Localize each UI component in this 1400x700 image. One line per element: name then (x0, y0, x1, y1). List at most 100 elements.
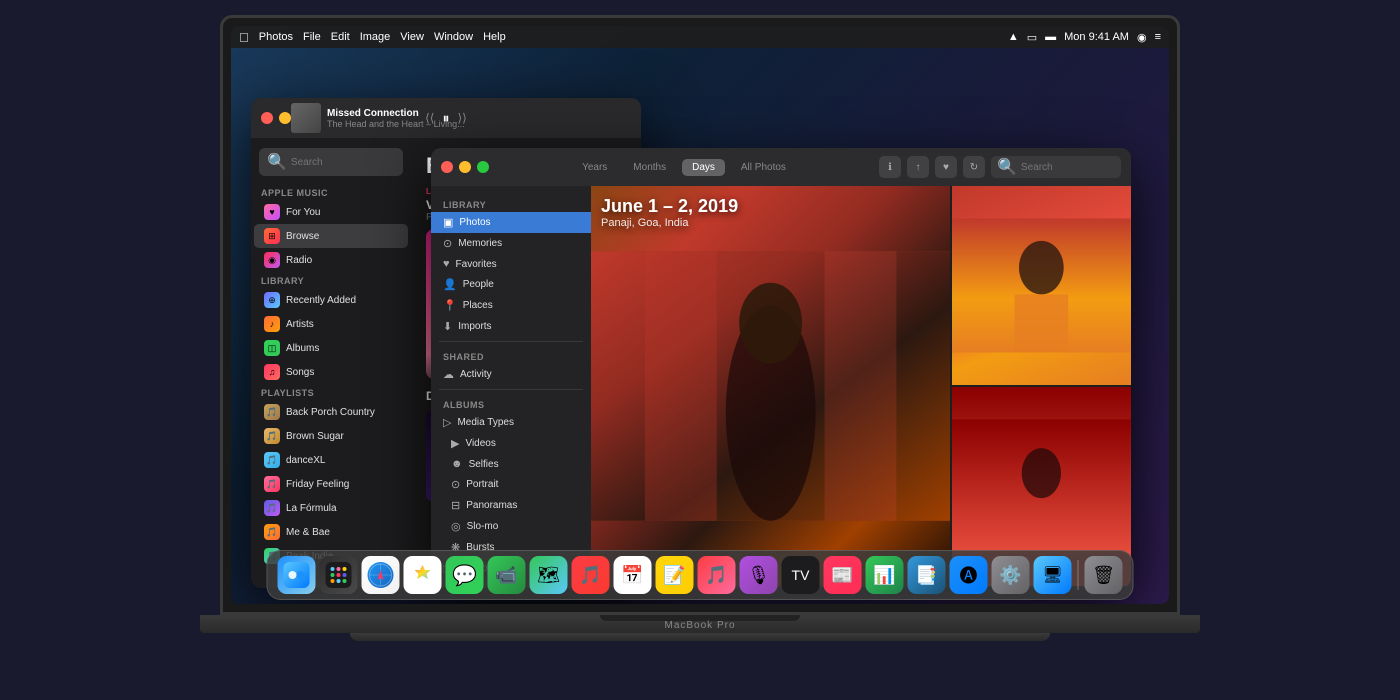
view-all-photos-button[interactable]: All Photos (731, 159, 796, 176)
sidebar-item-dancexl[interactable]: 🎵 danceXL (254, 448, 408, 472)
playlist3-label: danceXL (286, 455, 325, 466)
dock-screensaver-icon[interactable]: 🖥 (1034, 556, 1072, 594)
photos-sidebar-panoramas[interactable]: ⊟ Panoramas (431, 495, 591, 516)
dock-appletv-icon[interactable]: TV (782, 556, 820, 594)
sidebar-item-radio[interactable]: ◉ Radio (254, 248, 408, 272)
photos-sidebar-videos[interactable]: ▶ Videos (431, 433, 591, 454)
photo-cell-top-right[interactable] (952, 186, 1131, 385)
photos-lib-label: Photos (459, 217, 490, 228)
dock-photos-icon[interactable] (404, 556, 442, 594)
dock-appstore-icon[interactable]: 🅐 (950, 556, 988, 594)
songs-label: Songs (286, 367, 314, 378)
info-icon[interactable]: ℹ (879, 156, 901, 178)
dock-safari-icon[interactable] (362, 556, 400, 594)
menubar-file[interactable]: File (303, 31, 321, 43)
sidebar-item-friday[interactable]: 🎵 Friday Feeling (254, 472, 408, 496)
photos-sidebar-selfies[interactable]: ☻ Selfies (431, 454, 591, 474)
dock-news-icon[interactable]: 📰 (824, 556, 862, 594)
menubar-app-name[interactable]: Photos (259, 31, 293, 43)
photos-sidebar-favorites[interactable]: ♥ Favorites (431, 254, 591, 274)
date-text: June 1 – 2, 2019 (601, 196, 738, 217)
menubar-time: Mon 9:41 AM (1064, 31, 1129, 43)
photos-content: June 1 – 2, 2019 Panaji, Goa, India (591, 186, 1131, 588)
sidebar-item-browse[interactable]: ⊞ Browse (254, 224, 408, 248)
wifi-icon: ▲ (1008, 31, 1019, 43)
sidebar-item-songs[interactable]: ♫ Songs (254, 360, 408, 384)
photos-sidebar-memories[interactable]: ⊙ Memories (431, 233, 591, 254)
sidebar-item-albums[interactable]: ◫ Albums (254, 336, 408, 360)
dock-trash-icon[interactable]: 🗑 (1085, 556, 1123, 594)
photos-sidebar-photos[interactable]: ▣ Photos (431, 212, 591, 233)
menubar-image[interactable]: Image (360, 31, 391, 43)
photos-sidebar-media-types[interactable]: ▷ Media Types (431, 412, 591, 433)
menubar-window[interactable]: Window (434, 31, 473, 43)
sidebar-item-brown-sugar[interactable]: 🎵 Brown Sugar (254, 424, 408, 448)
rotate-icon[interactable]: ↻ (963, 156, 985, 178)
browse-label: Browse (286, 231, 319, 242)
photo-cell-main[interactable] (591, 186, 950, 586)
photos-sidebar-people[interactable]: 👤 People (431, 274, 591, 295)
menubar-list-icon[interactable]: ≡ (1155, 31, 1161, 43)
panoramas-label: Panoramas (466, 500, 517, 511)
sidebar-item-artists[interactable]: ♪ Artists (254, 312, 408, 336)
dock-finder-icon[interactable] (278, 556, 316, 594)
photos-search-input[interactable] (1021, 162, 1115, 173)
photos-minimize-button[interactable] (459, 161, 471, 173)
play-pause-icon[interactable]: ⏸ (443, 110, 450, 127)
view-months-button[interactable]: Months (623, 159, 676, 176)
dock-keynote-icon[interactable]: 📑 (908, 556, 946, 594)
music-search-box[interactable]: 🔍 (259, 148, 403, 176)
playlist6-icon: 🎵 (264, 524, 280, 540)
menubar-edit[interactable]: Edit (331, 31, 350, 43)
playlist1-label: Back Porch Country (286, 407, 375, 418)
macbook-base: MacBook Pro (200, 615, 1200, 633)
library-section-header: Library (431, 194, 591, 212)
close-button[interactable] (261, 112, 273, 124)
minimize-button[interactable] (279, 112, 291, 124)
sidebar-item-recently-added[interactable]: ⊕ Recently Added (254, 288, 408, 312)
photos-sidebar-activity[interactable]: ☁ Activity (431, 364, 591, 385)
photos-sidebar-portrait[interactable]: ⊙ Portrait (431, 474, 591, 495)
photos-maximize-button[interactable] (477, 161, 489, 173)
dock-itunes-icon[interactable]: 🎵 (698, 556, 736, 594)
photos-sidebar-slomo[interactable]: ◎ Slo-mo (431, 516, 591, 537)
sidebar-item-foryou[interactable]: ♥ For You (254, 200, 408, 224)
share-icon[interactable]: ↑ (907, 156, 929, 178)
radio-label: Radio (286, 255, 312, 266)
dock: 💬 📹 🗺 🎵 📅 📝 (267, 550, 1134, 600)
media-types-icon: ▷ (443, 416, 451, 429)
browse-icon: ⊞ (264, 228, 280, 244)
recently-added-icon: ⊕ (264, 292, 280, 308)
sidebar-item-mebae[interactable]: 🎵 Me & Bae (254, 520, 408, 544)
dock-notes-icon[interactable]: 📝 (656, 556, 694, 594)
radio-icon: ◉ (264, 252, 280, 268)
rewind-icon[interactable]: ⟨⟨ (425, 111, 434, 125)
sidebar-item-formula[interactable]: 🎵 La Fórmula (254, 496, 408, 520)
slomo-label: Slo-mo (467, 521, 499, 532)
fast-forward-icon[interactable]: ⟩⟩ (458, 111, 467, 125)
photos-sidebar-imports[interactable]: ⬇ Imports (431, 316, 591, 337)
apple-menu-icon[interactable]:  (239, 30, 249, 45)
music-sidebar: 🔍 Apple Music ♥ For You ⊞ (251, 138, 411, 588)
dock-facetime-icon[interactable]: 📹 (488, 556, 526, 594)
windows-container: Missed Connection The Head and the Heart… (231, 48, 1169, 554)
artists-label: Artists (286, 319, 314, 330)
heart-icon[interactable]: ♥ (935, 156, 957, 178)
dock-music-icon[interactable]: 🎵 (572, 556, 610, 594)
menubar-view[interactable]: View (400, 31, 424, 43)
photos-close-button[interactable] (441, 161, 453, 173)
dock-calendar-icon[interactable]: 📅 (614, 556, 652, 594)
sidebar-item-back-porch[interactable]: 🎵 Back Porch Country (254, 400, 408, 424)
dock-launchpad-icon[interactable] (320, 556, 358, 594)
menubar-help[interactable]: Help (483, 31, 506, 43)
dock-messages-icon[interactable]: 💬 (446, 556, 484, 594)
music-search-input[interactable] (291, 157, 395, 168)
dock-maps-icon[interactable]: 🗺 (530, 556, 568, 594)
view-days-button[interactable]: Days (682, 159, 725, 176)
dock-preferences-icon[interactable]: ⚙️ (992, 556, 1030, 594)
photos-search-box[interactable]: 🔍 (991, 156, 1121, 178)
view-years-button[interactable]: Years (572, 159, 617, 176)
dock-podcasts-icon[interactable]: 🎙 (740, 556, 778, 594)
dock-numbers-icon[interactable]: 📊 (866, 556, 904, 594)
photos-sidebar-places[interactable]: 📍 Places (431, 295, 591, 316)
